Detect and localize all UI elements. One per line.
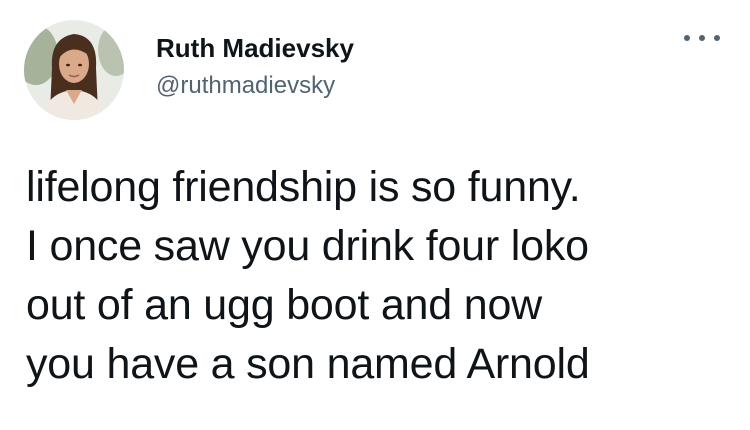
more-horizontal-icon[interactable] [684,26,720,50]
tweet-header: Ruth Madievsky @ruthmadievsky [24,20,354,120]
profile-photo-icon [24,20,124,120]
more-dot [714,35,720,41]
tweet-card: Ruth Madievsky @ruthmadievsky lifelong f… [0,0,750,430]
tweet-text: lifelong friendship is so funny. I once … [26,158,726,394]
author-display-name[interactable]: Ruth Madievsky [156,32,354,64]
tweet-text-line: out of an ugg boot and now [26,281,543,329]
author-identity: Ruth Madievsky @ruthmadievsky [156,32,354,102]
author-handle[interactable]: @ruthmadievsky [156,70,354,102]
tweet-text-line: lifelong friendship is so funny. [26,163,581,211]
tweet-text-line: you have a son named Arnold [26,340,590,388]
more-dot [684,35,690,41]
more-dot [699,35,705,41]
avatar[interactable] [24,20,124,120]
tweet-text-line: I once saw you drink four loko [26,222,589,270]
